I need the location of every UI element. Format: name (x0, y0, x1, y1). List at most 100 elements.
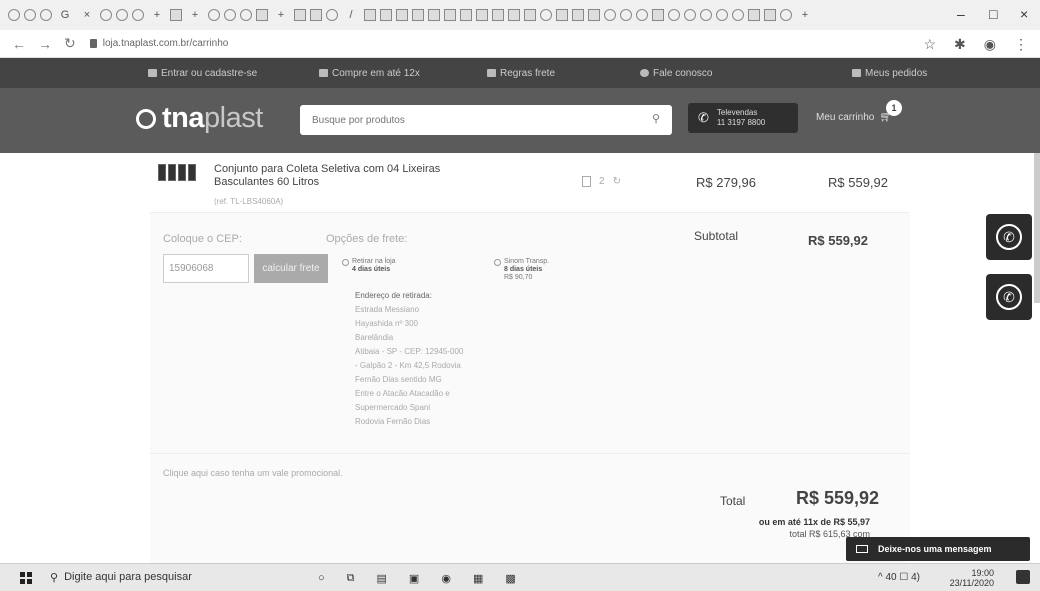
radio-button[interactable] (494, 259, 501, 266)
browser-tab[interactable] (170, 9, 182, 21)
browser-tab[interactable]: + (148, 8, 166, 22)
browser-tab[interactable] (540, 9, 552, 21)
browser-tab[interactable] (256, 9, 268, 21)
browser-tab[interactable] (716, 9, 728, 21)
back-arrow-icon[interactable]: ← (12, 36, 26, 52)
forward-arrow-icon[interactable]: → (38, 36, 52, 52)
browser-tab[interactable] (40, 9, 52, 21)
browser-tab[interactable] (396, 9, 408, 21)
profile-icon[interactable]: ◉ (984, 36, 996, 53)
whatsapp-button[interactable]: ✆ (986, 214, 1032, 260)
browser-tab[interactable] (326, 9, 338, 21)
folder-icon[interactable]: ▣ (409, 572, 419, 585)
maximize-button[interactable]: □ (989, 6, 997, 22)
browser-tab[interactable] (668, 9, 680, 21)
browser-tab[interactable] (572, 9, 584, 21)
browser-tab[interactable] (508, 9, 520, 21)
telesales-box[interactable]: ✆ Televendas 11 3197 8800 (688, 103, 798, 133)
browser-tab[interactable] (460, 9, 472, 21)
chat-widget-button[interactable]: Deixe-nos uma mensagem (846, 537, 1030, 561)
browser-tab[interactable] (8, 9, 20, 21)
browser-tab[interactable] (684, 9, 696, 21)
browser-tab[interactable] (764, 9, 776, 21)
quantity-value[interactable]: 2 (599, 176, 605, 187)
close-tab-icon[interactable]: × (78, 8, 96, 22)
cart-link[interactable]: Meu carrinho 🛒︎ 1 (816, 100, 902, 123)
phone-call-button[interactable]: ✆ (986, 274, 1032, 320)
browser-tab[interactable] (428, 9, 440, 21)
browser-tab[interactable] (224, 9, 236, 21)
calculate-shipping-button[interactable]: calcular frete (254, 254, 328, 283)
browser-tab[interactable] (240, 9, 252, 21)
star-icon[interactable]: ☆ (923, 36, 936, 53)
taskbar-search[interactable]: ⚲ Digite aqui para pesquisar (50, 571, 192, 584)
login-link[interactable]: Entrar ou cadastre-se (148, 68, 257, 79)
radio-button[interactable] (342, 259, 349, 266)
browser-tab[interactable] (380, 9, 392, 21)
browser-tab[interactable]: / (342, 8, 360, 22)
browser-tab[interactable]: + (272, 8, 290, 22)
reload-icon[interactable]: ↻ (64, 35, 76, 52)
browser-tab[interactable] (294, 9, 306, 21)
voucher-link[interactable]: Clique aqui caso tenha um vale promocion… (163, 468, 343, 478)
installments-link[interactable]: Compre em até 12x (319, 68, 420, 79)
browser-tab[interactable] (588, 9, 600, 21)
browser-tab[interactable] (780, 9, 792, 21)
menu-kebab-icon[interactable]: ⋮ (1014, 36, 1028, 53)
orders-link[interactable]: Meus pedidos (852, 68, 927, 79)
browser-tab[interactable]: G (56, 8, 74, 22)
cortana-icon[interactable]: ○ (318, 572, 325, 585)
search-input[interactable] (312, 114, 642, 126)
browser-tab[interactable] (476, 9, 488, 21)
task-view-icon[interactable]: ⧉ (347, 572, 355, 585)
browser-tab[interactable] (208, 9, 220, 21)
browser-tab[interactable] (100, 9, 112, 21)
browser-tab[interactable] (620, 9, 632, 21)
browser-tab[interactable] (116, 9, 128, 21)
browser-tab[interactable] (310, 9, 322, 21)
contact-link[interactable]: Fale conosco (640, 68, 712, 79)
browser-tab[interactable] (364, 9, 376, 21)
browser-tab[interactable] (732, 9, 744, 21)
url-field[interactable]: loja.tnaplast.com.br/carrinho (89, 38, 229, 49)
clock[interactable]: 19:00 23/11/2020 (950, 568, 994, 588)
chrome-icon[interactable]: ◉ (441, 572, 451, 585)
store-icon[interactable]: ▤ (377, 572, 387, 585)
notification-icon[interactable] (1016, 570, 1030, 584)
browser-tab[interactable] (604, 9, 616, 21)
truck-icon (487, 69, 496, 77)
shipping-rules-link[interactable]: Regras frete (487, 68, 555, 79)
url-text[interactable]: loja.tnaplast.com.br/carrinho (103, 38, 229, 49)
browser-tab[interactable] (636, 9, 648, 21)
browser-tab[interactable]: + (186, 8, 204, 22)
trash-icon[interactable] (582, 176, 591, 187)
site-logo[interactable]: tna plast (136, 102, 263, 135)
close-window-button[interactable]: × (1020, 6, 1028, 22)
new-tab-button[interactable]: + (796, 8, 814, 22)
browser-tab[interactable] (444, 9, 456, 21)
shipping-option-carrier[interactable]: Sinom Transp. 8 dias úteis R$ 90,70 (494, 258, 549, 282)
browser-tab[interactable] (700, 9, 712, 21)
word-icon[interactable]: ▦ (473, 572, 483, 585)
browser-tab[interactable] (24, 9, 36, 21)
browser-tab[interactable] (524, 9, 536, 21)
refresh-icon[interactable]: ↻ (613, 176, 621, 187)
product-name[interactable]: Conjunto para Coleta Seletiva com 04 Lix… (214, 163, 454, 189)
browser-tab[interactable] (556, 9, 568, 21)
browser-tab[interactable] (132, 9, 144, 21)
photos-icon[interactable]: ▩ (505, 572, 515, 585)
cep-input[interactable] (163, 254, 249, 283)
browser-tab[interactable] (748, 9, 760, 21)
windows-start-icon[interactable] (20, 571, 32, 584)
browser-tab[interactable] (652, 9, 664, 21)
logo-icon (136, 108, 156, 129)
system-tray-icons[interactable]: ^ 40 ☐ 4) (878, 572, 920, 583)
product-thumbnail[interactable] (158, 164, 196, 181)
search-icon[interactable]: ⚲ (652, 112, 660, 125)
browser-tab[interactable] (412, 9, 424, 21)
browser-tab[interactable] (492, 9, 504, 21)
minimize-button[interactable]: – (957, 6, 965, 22)
shipping-option-pickup[interactable]: Retirar na loja 4 dias úteis (342, 258, 396, 274)
extensions-icon[interactable]: ✱ (954, 36, 966, 53)
page-scrollbar[interactable] (1034, 153, 1040, 303)
